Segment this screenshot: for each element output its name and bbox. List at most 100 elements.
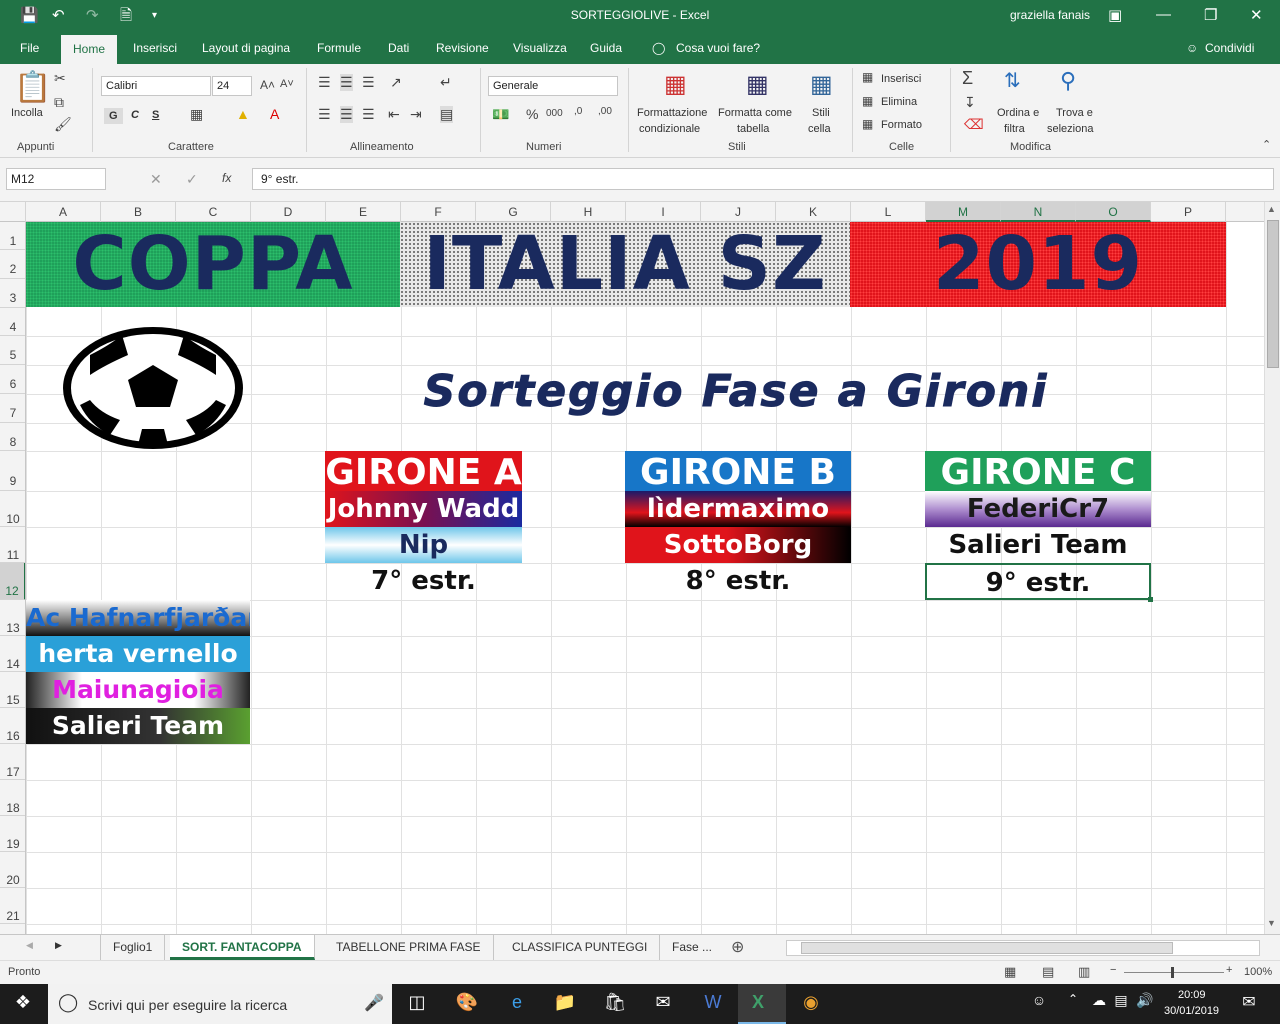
cell-styles-icon[interactable]: ▦: [810, 70, 833, 99]
zoom-slider-thumb[interactable]: [1171, 967, 1174, 978]
pool-team-3[interactable]: Maiunagioia: [26, 672, 250, 708]
user-name[interactable]: graziella fanais: [1010, 8, 1090, 22]
row-header[interactable]: 9: [0, 451, 25, 491]
italic-button[interactable]: C: [131, 108, 139, 122]
store-icon[interactable]: 🛍: [600, 992, 630, 1013]
fill-color-icon[interactable]: ▲: [236, 106, 250, 122]
row-header[interactable]: 10: [0, 491, 25, 527]
zoom-in-icon[interactable]: +: [1226, 964, 1232, 976]
select-all-corner[interactable]: [0, 202, 26, 222]
vertical-scrollbar[interactable]: ▲ ▼: [1264, 202, 1280, 934]
find-select-icon[interactable]: ⚲: [1060, 68, 1076, 94]
font-size-box[interactable]: 24: [212, 76, 252, 96]
tab-page-layout[interactable]: Layout di pagina: [202, 41, 290, 55]
insert-cells-icon[interactable]: ▦: [862, 70, 873, 84]
sheet-tab[interactable]: TABELLONE PRIMA FASE: [324, 935, 494, 960]
tab-data[interactable]: Dati: [388, 41, 409, 55]
wrap-text-icon[interactable]: ↵: [440, 74, 452, 91]
pool-team-4[interactable]: Salieri Team: [26, 708, 250, 744]
group-b-title[interactable]: GIRONE B: [625, 451, 851, 491]
sheet-tab[interactable]: Fase ...: [660, 935, 724, 960]
row-header[interactable]: 19: [0, 816, 25, 852]
scroll-down-icon[interactable]: ▼: [1267, 918, 1276, 928]
underline-button[interactable]: S: [152, 108, 159, 122]
merge-center-icon[interactable]: ▤: [440, 106, 454, 123]
decrease-indent-icon[interactable]: ⇤: [388, 106, 400, 123]
column-header[interactable]: F: [401, 202, 476, 222]
clock-date[interactable]: 30/01/2019: [1164, 1005, 1219, 1017]
sort-filter-button-2[interactable]: filtra: [1004, 122, 1025, 136]
autosum-icon[interactable]: Σ: [962, 68, 973, 89]
find-select-button[interactable]: Trova e: [1056, 106, 1093, 120]
sheet-tab[interactable]: CLASSIFICA PUNTEGGI: [500, 935, 661, 960]
row-header[interactable]: 1: [0, 222, 25, 250]
hscroll-thumb[interactable]: [801, 942, 1173, 954]
group-b-team-2[interactable]: SottoBorg: [625, 527, 851, 563]
tab-help[interactable]: Guida: [590, 41, 622, 55]
insert-function-icon[interactable]: fx: [222, 171, 231, 185]
column-header-selected[interactable]: O: [1076, 202, 1151, 222]
column-header-selected[interactable]: M: [926, 202, 1001, 222]
pool-team-1[interactable]: Ac Hafnarfjarðar: [26, 600, 250, 636]
tab-home[interactable]: Home: [61, 35, 118, 64]
next-sheet-icon[interactable]: ▶: [55, 940, 62, 951]
thousands-icon[interactable]: 000: [546, 108, 563, 119]
group-a-title[interactable]: GIRONE A: [325, 451, 522, 491]
page-break-view-icon[interactable]: ▥: [1078, 964, 1090, 980]
tell-me-search[interactable]: Cosa vuoi fare?: [676, 41, 760, 55]
fill-icon[interactable]: ↧: [964, 94, 976, 111]
bold-button[interactable]: G: [104, 108, 123, 124]
row-header[interactable]: 6: [0, 365, 25, 394]
column-header[interactable]: E: [326, 202, 401, 222]
row-header[interactable]: 17: [0, 744, 25, 780]
increase-decimal-icon[interactable]: ,0: [574, 106, 582, 117]
group-a-extra[interactable]: 7° estr.: [325, 563, 522, 600]
row-header[interactable]: 3: [0, 279, 25, 308]
sheet-tab-active[interactable]: SORT. FANTACOPPA: [170, 935, 315, 960]
formula-input[interactable]: 9° estr.: [252, 168, 1274, 190]
find-select-button-2[interactable]: seleziona: [1047, 122, 1093, 136]
format-cells-icon[interactable]: ▦: [862, 117, 873, 131]
column-header[interactable]: G: [476, 202, 551, 222]
sheet-tab[interactable]: Foglio1: [100, 935, 166, 960]
close-icon[interactable]: ✕: [1250, 6, 1263, 24]
clear-icon[interactable]: ⌫: [964, 116, 984, 133]
borders-icon[interactable]: ▦: [190, 106, 203, 123]
row-header[interactable]: 5: [0, 336, 25, 365]
row-header[interactable]: 14: [0, 636, 25, 672]
row-header[interactable]: 16: [0, 708, 25, 744]
collapse-ribbon-icon[interactable]: ⌃: [1262, 138, 1271, 151]
group-a-team-2[interactable]: Nip: [325, 527, 522, 563]
group-c-team-1[interactable]: FederiCr7: [925, 491, 1151, 527]
decrease-decimal-icon[interactable]: ,00: [598, 106, 612, 117]
number-format-box[interactable]: Generale: [488, 76, 618, 96]
scroll-thumb[interactable]: [1267, 220, 1279, 368]
chrome-browser-icon[interactable]: ◉: [796, 992, 826, 1013]
row-header-selected[interactable]: 12: [0, 563, 25, 600]
scroll-up-icon[interactable]: ▲: [1267, 204, 1276, 214]
format-painter-icon[interactable]: 🖌: [54, 116, 72, 133]
row-header[interactable]: 15: [0, 672, 25, 708]
microphone-icon[interactable]: 🎤: [364, 993, 384, 1013]
conditional-format-button[interactable]: Formattazione: [637, 106, 707, 120]
copy-icon[interactable]: ⧉: [54, 94, 64, 111]
delete-cells-button[interactable]: Elimina: [881, 95, 917, 109]
group-c-team-2[interactable]: Salieri Team: [925, 527, 1151, 563]
enter-icon[interactable]: ✓: [186, 171, 198, 188]
zoom-out-icon[interactable]: −: [1110, 964, 1116, 976]
sort-filter-icon[interactable]: ⇅: [1004, 68, 1021, 93]
add-sheet-icon[interactable]: ⊕: [731, 937, 744, 957]
name-box[interactable]: M12: [6, 168, 106, 190]
column-header[interactable]: L: [851, 202, 926, 222]
word-app-icon[interactable]: W: [698, 992, 728, 1013]
column-header[interactable]: B: [101, 202, 176, 222]
column-header[interactable]: P: [1151, 202, 1226, 222]
windows-start-icon[interactable]: ❖: [8, 992, 38, 1013]
format-table-icon[interactable]: ▦: [746, 70, 769, 99]
task-view-icon[interactable]: ◫: [402, 992, 432, 1013]
font-name-box[interactable]: Calibri: [101, 76, 211, 96]
align-left-icon[interactable]: ☰: [318, 106, 331, 123]
sort-filter-button[interactable]: Ordina e: [997, 106, 1039, 120]
excel-app-active[interactable]: X: [738, 984, 786, 1024]
row-header[interactable]: 18: [0, 780, 25, 816]
